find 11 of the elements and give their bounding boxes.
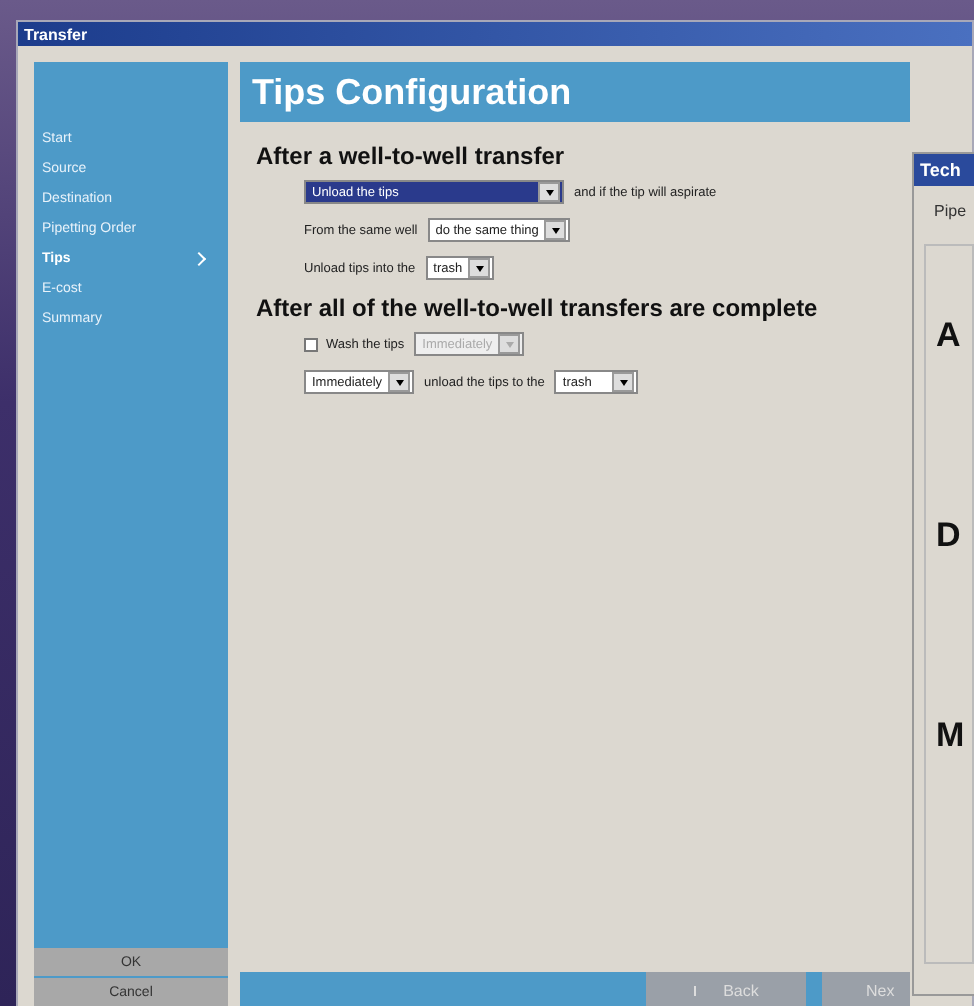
heading-letter: M bbox=[936, 716, 967, 756]
next-button[interactable]: Nex bbox=[822, 972, 910, 1006]
section-heading: After all of the well-to-well transfers are complete bbox=[256, 294, 820, 322]
back-button[interactable]: Back bbox=[646, 972, 806, 1006]
section-heading: After a well-to-well transfer bbox=[256, 142, 567, 170]
heading-letter: D bbox=[936, 516, 963, 556]
field-label: Pipe bbox=[934, 202, 969, 220]
window-title: Tech bbox=[920, 160, 961, 180]
page-title: Tips Configuration bbox=[252, 71, 572, 113]
window-title: Transfer bbox=[24, 25, 88, 43]
heading-letter: A bbox=[936, 316, 963, 356]
